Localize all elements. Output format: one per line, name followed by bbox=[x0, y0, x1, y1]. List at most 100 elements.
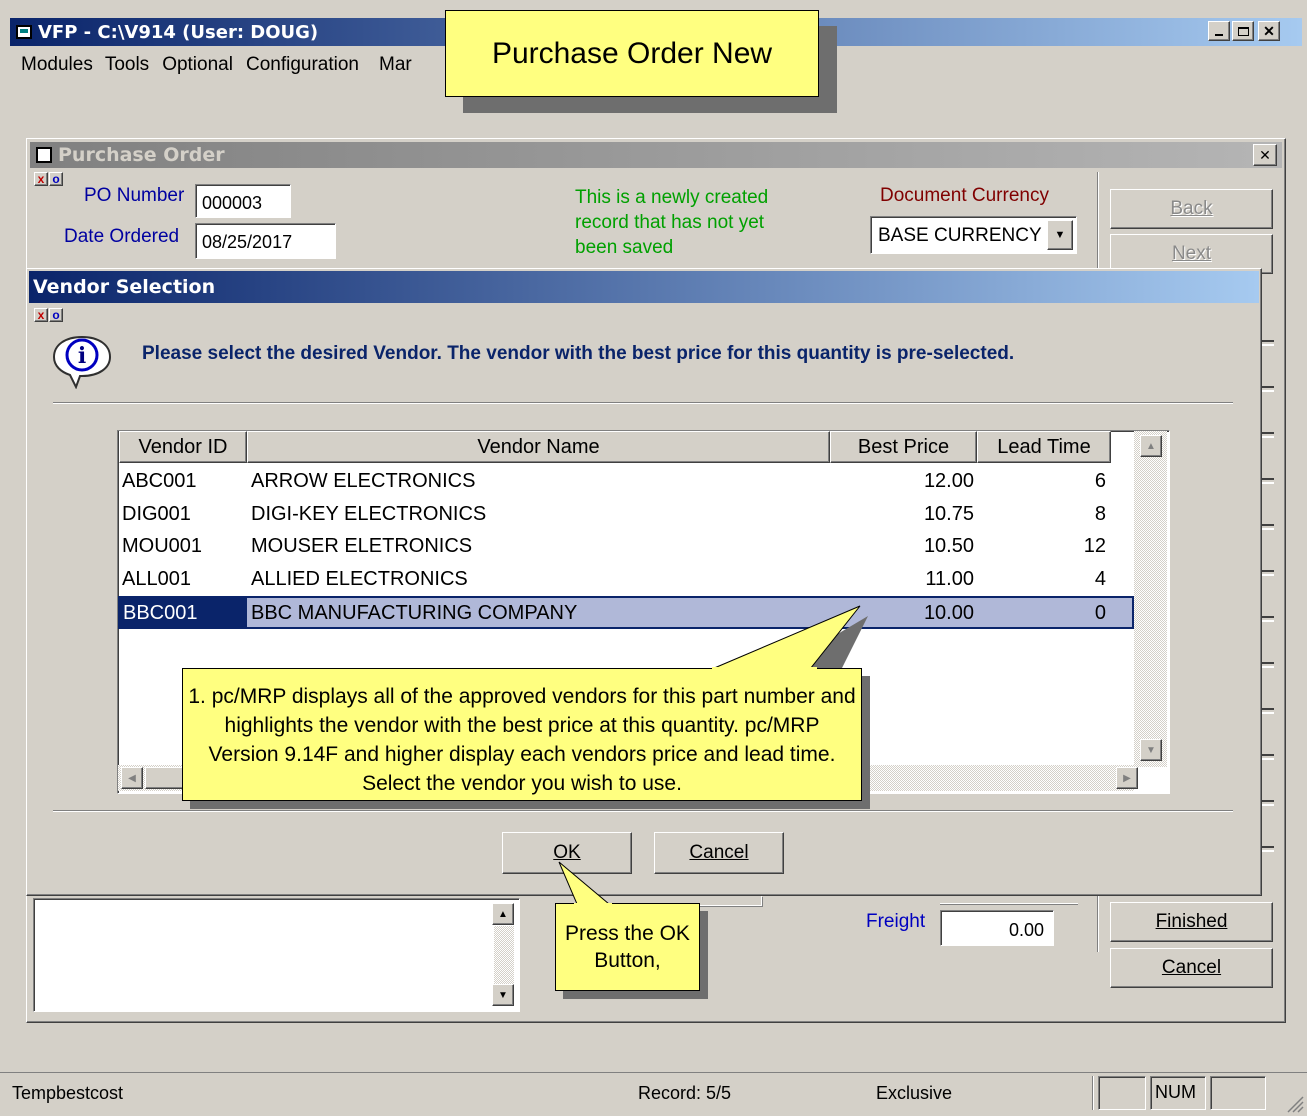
window-controls: ✕ bbox=[1208, 21, 1280, 41]
table-row[interactable]: ABC001 ARROW ELECTRONICS 12.00 6 bbox=[118, 465, 1134, 497]
grid-vscroll-track[interactable] bbox=[1134, 431, 1167, 767]
menu-bar: Modules Tools Optional Configuration Mar bbox=[10, 52, 412, 80]
back-button[interactable]: Back bbox=[1110, 189, 1273, 229]
col-vendor-id[interactable]: Vendor ID bbox=[119, 431, 247, 463]
po-window-icon bbox=[36, 147, 52, 163]
status-caps-panel bbox=[1098, 1076, 1146, 1110]
freight-field[interactable]: 0.00 bbox=[940, 910, 1054, 946]
vendor-callout: 1. pc/MRP displays all of the approved v… bbox=[182, 668, 862, 801]
lead-time-cell: 8 bbox=[1094, 503, 1106, 525]
notes-textarea[interactable] bbox=[33, 898, 520, 1012]
vendor-callout-text: 1. pc/MRP displays all of the approved v… bbox=[188, 685, 856, 795]
po-window-title: Purchase Order bbox=[58, 144, 225, 166]
document-currency-label: Document Currency bbox=[880, 185, 1049, 206]
restore-o-icon[interactable]: o bbox=[49, 172, 63, 186]
vendor-dialog-message: Please select the desired Vendor. The ve… bbox=[142, 343, 1015, 364]
hidden-field-edge bbox=[690, 896, 762, 906]
new-record-notice: This is a newly created record that has … bbox=[575, 187, 769, 258]
minimize-icon bbox=[1215, 34, 1223, 36]
freight-label: Freight bbox=[866, 911, 926, 932]
menu-modules[interactable]: Modules bbox=[10, 52, 103, 80]
status-num-panel: NUM bbox=[1150, 1076, 1206, 1110]
vendor-id-cell: BBC001 bbox=[120, 597, 247, 629]
banner-text: Purchase Order New bbox=[491, 36, 773, 70]
chevron-down-icon[interactable]: ▼ bbox=[1047, 220, 1073, 250]
notes-scroll-up[interactable]: ▲ bbox=[492, 903, 514, 925]
po-number-label: PO Number bbox=[84, 185, 185, 206]
best-price-cell: 12.00 bbox=[923, 470, 974, 492]
vendor-name-cell: DIGI-KEY ELECTRONICS bbox=[251, 503, 487, 525]
lead-time-cell: 12 bbox=[1083, 535, 1106, 557]
resize-grip-icon[interactable] bbox=[1284, 1093, 1304, 1113]
best-price-cell: 10.50 bbox=[923, 535, 974, 557]
vendor-name-cell: BBC MANUFACTURING COMPANY bbox=[251, 602, 578, 624]
ok-callout: Press the OK Button, bbox=[555, 903, 700, 991]
best-price-cell: 10.75 bbox=[923, 503, 974, 525]
col-best-price[interactable]: Best Price bbox=[830, 431, 977, 463]
po-cancel-button[interactable]: Cancel bbox=[1110, 948, 1273, 988]
hidden-buttons-edge bbox=[1262, 300, 1274, 880]
grid-separator bbox=[53, 810, 1233, 812]
vendor-id-cell: ABC001 bbox=[122, 470, 197, 492]
scroll-left-arrow[interactable]: ◀ bbox=[121, 767, 143, 789]
po-close-button[interactable]: ✕ bbox=[1253, 144, 1277, 166]
hidden-field-edge-2 bbox=[940, 896, 1078, 904]
table-row[interactable]: DIG001 DIGI-KEY ELECTRONICS 10.75 8 bbox=[118, 498, 1134, 530]
vendor-dialog-title: Vendor Selection bbox=[33, 276, 216, 298]
menu-optional[interactable]: Optional bbox=[160, 52, 244, 80]
table-row[interactable]: ALL001 ALLIED ELECTRONICS 11.00 4 bbox=[118, 563, 1134, 595]
table-row[interactable]: MOU001 MOUSER ELETRONICS 10.50 12 bbox=[118, 530, 1134, 562]
ok-callout-text: Press the OK Button, bbox=[565, 922, 690, 972]
lead-time-cell: 6 bbox=[1094, 470, 1106, 492]
grid-header: Vendor ID Vendor Name Best Price Lead Ti… bbox=[118, 431, 1134, 463]
callout-pointer-mask bbox=[712, 667, 817, 669]
app-icon bbox=[16, 25, 32, 39]
vendor-id-cell: MOU001 bbox=[122, 535, 203, 557]
scroll-right-arrow[interactable]: ▶ bbox=[1116, 767, 1138, 789]
po-number-field[interactable]: 000003 bbox=[195, 184, 291, 218]
vendor-name-cell: ALLIED ELECTRONICS bbox=[251, 568, 468, 590]
restore-o-icon[interactable]: o bbox=[49, 308, 63, 322]
close-x-icon[interactable]: x bbox=[34, 308, 48, 322]
status-record: Record: 5/5 bbox=[638, 1083, 732, 1103]
menu-configuration[interactable]: Configuration bbox=[244, 52, 370, 80]
vendor-mini-controls: x o bbox=[34, 308, 63, 322]
app-title: VFP - C:\V914 (User: DOUG) bbox=[38, 21, 319, 43]
purchase-order-new-banner: Purchase Order New bbox=[445, 10, 819, 97]
col-vendor-name[interactable]: Vendor Name bbox=[247, 431, 830, 463]
menu-tools[interactable]: Tools bbox=[103, 52, 160, 80]
vendor-id-cell: DIG001 bbox=[122, 503, 191, 525]
scroll-up-arrow[interactable]: ▲ bbox=[1140, 435, 1162, 457]
maximize-button[interactable] bbox=[1232, 21, 1254, 41]
close-button[interactable]: ✕ bbox=[1258, 21, 1280, 41]
ok-callout-pointer-mask bbox=[574, 903, 612, 905]
best-price-cell: 10.00 bbox=[923, 602, 974, 624]
close-icon: ✕ bbox=[1263, 22, 1275, 39]
menu-manufacturing[interactable]: Mar bbox=[370, 52, 412, 80]
minimize-button[interactable] bbox=[1208, 21, 1230, 41]
po-mini-controls: x o bbox=[34, 172, 63, 186]
close-x-icon[interactable]: x bbox=[34, 172, 48, 186]
finished-button[interactable]: Finished bbox=[1110, 902, 1273, 942]
notes-scroll-down[interactable]: ▼ bbox=[492, 984, 514, 1006]
svg-text:i: i bbox=[78, 343, 86, 369]
date-ordered-label: Date Ordered bbox=[64, 226, 180, 247]
scroll-down-arrow[interactable]: ▼ bbox=[1140, 739, 1162, 761]
col-lead-time[interactable]: Lead Time bbox=[977, 431, 1111, 463]
vendor-cancel-button[interactable]: Cancel bbox=[654, 832, 784, 874]
vendor-id-cell: ALL001 bbox=[122, 568, 191, 590]
maximize-icon bbox=[1237, 26, 1249, 36]
purchase-order-title-bar: Purchase Order bbox=[30, 142, 1282, 168]
status-scroll-panel bbox=[1210, 1076, 1266, 1110]
table-row-selected[interactable]: BBC001 BBC MANUFACTURING COMPANY 10.00 0 bbox=[118, 596, 1134, 629]
status-mode: Exclusive bbox=[876, 1083, 953, 1103]
notes-scroll-track bbox=[494, 926, 514, 984]
close-icon: ✕ bbox=[1259, 146, 1271, 163]
document-currency-select[interactable]: BASE CURRENCY ▼ bbox=[870, 216, 1077, 254]
vendor-name-cell: MOUSER ELETRONICS bbox=[251, 535, 473, 557]
date-ordered-field[interactable]: 08/25/2017 bbox=[195, 223, 336, 259]
vendor-dialog-title-bar: Vendor Selection bbox=[29, 271, 1259, 303]
lead-time-cell: 0 bbox=[1094, 602, 1106, 624]
vendor-name-cell: ARROW ELECTRONICS bbox=[251, 470, 476, 492]
status-divider bbox=[1092, 1076, 1094, 1110]
